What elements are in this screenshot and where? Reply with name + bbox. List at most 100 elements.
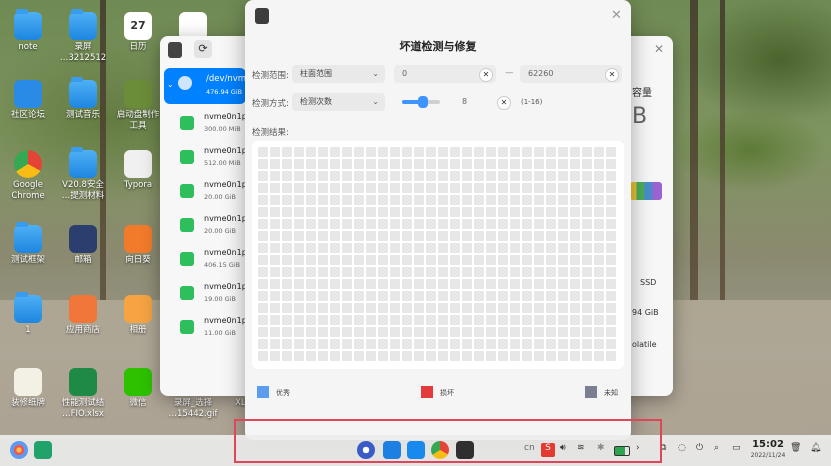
sector-cell (426, 243, 436, 253)
keyboard-icon[interactable]: ▭ (732, 443, 741, 453)
sector-cell (366, 351, 376, 361)
start-menu-icon[interactable] (10, 441, 28, 459)
range-from-input[interactable]: 0 ✕ (394, 65, 496, 83)
close-icon[interactable]: ✕ (611, 8, 622, 23)
sector-cell (414, 303, 424, 313)
notification-icon[interactable]: ◌ (678, 443, 686, 453)
sector-cell (426, 219, 436, 229)
desktop-icon[interactable]: 启动盘制作 工具 (110, 80, 166, 132)
sector-cell (414, 195, 424, 205)
desktop-icon[interactable]: 测试框架 (0, 222, 56, 266)
partition-item[interactable]: nvme0n1p… 20.00 GiB (180, 180, 255, 210)
sector-cell (594, 327, 604, 337)
sector-cell (414, 339, 424, 349)
sector-cell (270, 255, 280, 265)
desktop-icon[interactable]: 应用商店 (55, 295, 111, 336)
sector-cell (510, 255, 520, 265)
desktop-icon[interactable]: 相册 (110, 295, 166, 336)
slider-handle[interactable] (417, 96, 428, 108)
desktop-icon[interactable]: Google Chrome (0, 150, 56, 202)
sector-cell (546, 339, 556, 349)
sector-cell (510, 219, 520, 229)
sector-cell (486, 267, 496, 277)
close-icon[interactable]: ✕ (654, 42, 664, 56)
sector-cell (342, 147, 352, 157)
desktop-icon[interactable]: 测试音乐 (55, 77, 111, 121)
sector-cell (378, 183, 388, 193)
partition-item[interactable]: nvme0n1p… 406.15 GiB (180, 248, 255, 278)
count-slider[interactable] (402, 96, 440, 108)
sector-cell (258, 171, 268, 181)
sector-cell (294, 339, 304, 349)
desktop-icon[interactable]: 27 日历 (110, 12, 166, 53)
sector-cell (366, 279, 376, 289)
typora-icon (124, 150, 152, 178)
refresh-icon[interactable]: ⟳ (194, 40, 212, 58)
device-item-selected[interactable]: ⌄ /dev/nvme… 476.94 GiB (164, 68, 260, 104)
desktop-icon-label: 性能测试结 …FIO.xlsx (61, 398, 105, 419)
sector-cell (378, 291, 388, 301)
desktop-icon[interactable]: 邮箱 (55, 225, 111, 266)
sector-cell (294, 267, 304, 277)
bell-icon[interactable]: 🔔︎ (810, 443, 821, 453)
sector-cell (510, 243, 520, 253)
desktop-icon[interactable]: 装修纸牌 (0, 368, 56, 409)
sector-cell (582, 303, 592, 313)
sector-cell (282, 327, 292, 337)
desktop-icon-label: Google Chrome (11, 180, 45, 201)
desktop-icon[interactable]: 微信 (110, 368, 166, 409)
sector-cell (258, 351, 268, 361)
sector-cell (546, 195, 556, 205)
sector-cell (378, 147, 388, 157)
sector-cell (342, 219, 352, 229)
method-hint: (1-16) (521, 98, 543, 106)
sector-cell (306, 231, 316, 241)
multitask-view-icon[interactable] (34, 441, 52, 459)
legend-label-excellent: 优秀 (276, 389, 290, 397)
partition-item[interactable]: nvme0n1p… 20.00 GiB (180, 214, 255, 244)
method-combo[interactable]: 检测次数 ⌄ (292, 93, 385, 111)
desktop-icon[interactable]: 性能测试结 …FIO.xlsx (55, 368, 111, 420)
sector-cell (498, 351, 508, 361)
desktop-icon[interactable]: 1 (0, 292, 56, 336)
sector-cell (558, 243, 568, 253)
sector-cell (342, 351, 352, 361)
sector-cell (270, 231, 280, 241)
sector-cell (486, 159, 496, 169)
clear-icon[interactable]: ✕ (479, 68, 493, 82)
sector-cell (270, 159, 280, 169)
taskbar-clock[interactable]: 15:02 (748, 439, 788, 450)
sector-cell (582, 231, 592, 241)
desktop-icon[interactable]: note (0, 9, 56, 53)
desktop-icon[interactable]: 向日葵 (110, 225, 166, 266)
sector-cell (402, 183, 412, 193)
sector-cell (462, 243, 472, 253)
disk-icon (178, 76, 192, 90)
partition-item[interactable]: nvme0n1p… 300.00 MiB (180, 112, 255, 142)
desktop-icon[interactable]: 社区论坛 (0, 80, 56, 121)
partition-item[interactable]: nvme0n1p… 11.00 GiB (180, 316, 255, 346)
sector-cell (582, 351, 592, 361)
partition-item[interactable]: nvme0n1p… 512.00 MiB (180, 146, 255, 176)
method-count-input[interactable]: 8 ✕ (448, 93, 514, 111)
partition-item[interactable]: nvme0n1p… 19.00 GiB (180, 282, 255, 312)
search-icon[interactable]: ⌕ (714, 443, 719, 453)
sector-cell (462, 291, 472, 301)
sector-cell (306, 183, 316, 193)
sector-cell (258, 159, 268, 169)
desktop-icon[interactable]: V20.8安全 …提测材料 (55, 147, 111, 202)
sector-cell (522, 267, 532, 277)
sector-cell (522, 327, 532, 337)
sector-cell (510, 315, 520, 325)
clear-icon[interactable]: ✕ (497, 96, 511, 110)
sector-cell (582, 147, 592, 157)
power-icon[interactable]: ⏻ (696, 443, 703, 453)
sector-cell (498, 327, 508, 337)
chevron-down-icon[interactable]: ⌄ (167, 80, 174, 89)
range-to-input[interactable]: 62260 ✕ (520, 65, 622, 83)
trash-icon[interactable]: 🗑︎ (790, 443, 801, 453)
desktop-icon[interactable]: 录屏 …3212512 (55, 9, 111, 64)
desktop-icon[interactable]: Typora (110, 150, 166, 191)
clear-icon[interactable]: ✕ (605, 68, 619, 82)
range-combo[interactable]: 柱面范围 ⌄ (292, 65, 385, 83)
